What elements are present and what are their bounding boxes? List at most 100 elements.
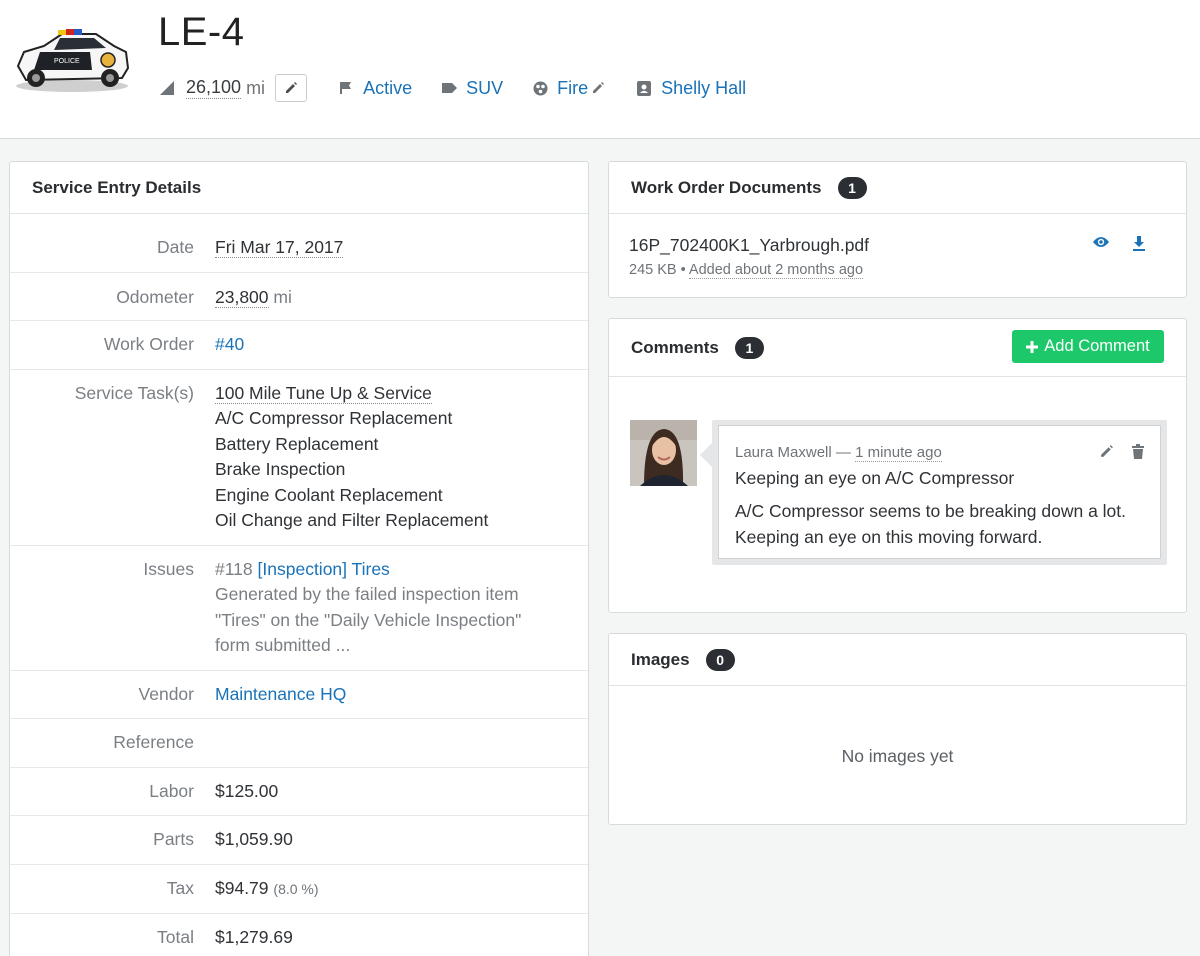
vehicle-meta: 26,100 mi Active SUV Fire Shelly Hall: [158, 72, 746, 104]
comment-bubble: Laura Maxwell — 1 minute ago Keeping an …: [700, 420, 1167, 565]
documents-count-badge: 1: [837, 176, 867, 199]
service-task-item: Battery Replacement: [215, 433, 379, 454]
service-task-item: Oil Change and Filter Replacement: [215, 510, 489, 530]
total-row: Total $1,279.69: [10, 914, 588, 956]
vendor-label: Vendor: [138, 683, 194, 704]
download-icon[interactable]: [1132, 235, 1146, 251]
document-actions: [1092, 235, 1146, 251]
document-file-size: 245 KB: [629, 262, 677, 278]
comment-arrow: [700, 443, 712, 467]
service-task-item[interactable]: 100 Mile Tune Up & Service: [215, 382, 432, 404]
odometer-icon: [158, 79, 176, 97]
comment-time: 1 minute ago: [855, 444, 942, 462]
odometer-label: Odometer: [116, 286, 194, 307]
work-order-row: Work Order #40: [10, 321, 588, 370]
issue-number: #118: [215, 558, 253, 579]
document-file-name[interactable]: 16P_702400K1_Yarbrough.pdf: [629, 235, 869, 256]
tax-value: $94.79: [215, 877, 269, 898]
service-task-item: A/C Compressor Replacement: [215, 408, 453, 428]
service-tasks-list: 100 Mile Tune Up & Service A/C Compresso…: [215, 381, 488, 534]
odometer-unit: mi: [246, 77, 266, 98]
service-tasks-label: Service Task(s): [74, 382, 194, 403]
labor-value: $125.00: [215, 780, 279, 801]
operator-meta: Shelly Hall: [635, 78, 746, 99]
status-link[interactable]: Active: [363, 78, 412, 99]
labor-label: Labor: [149, 780, 194, 801]
service-task-item: Engine Coolant Replacement: [215, 484, 443, 505]
comment-title: Keeping an eye on A/C Compressor: [735, 468, 1015, 488]
comments-panel: Comments 1 Add Comment Laura Maxwell — 1…: [608, 318, 1187, 613]
reference-label: Reference: [113, 732, 194, 752]
operator-link[interactable]: Shelly Hall: [661, 78, 746, 99]
total-value: $1,279.69: [215, 927, 293, 947]
group-meta: Fire: [531, 78, 605, 99]
group-icon: [531, 79, 549, 97]
pencil-icon: [286, 82, 298, 93]
vehicle-name: LE-4: [158, 10, 245, 54]
work-order-label: Work Order: [103, 334, 194, 354]
svg-text:POLICE: POLICE: [54, 58, 80, 65]
comment-meta: Laura Maxwell — 1 minute ago: [735, 444, 942, 462]
comment-actions: [1099, 444, 1144, 459]
type-meta: SUV: [440, 78, 503, 99]
odometer-meta: 26,100 mi: [158, 74, 308, 102]
issues-label: Issues: [143, 558, 194, 579]
comment-body: A/C Compressor seems to be breaking down…: [735, 501, 1127, 547]
parts-label: Parts: [153, 829, 194, 849]
plus-icon: [1026, 340, 1039, 353]
images-empty-state: No images yet: [841, 746, 954, 766]
comments-count-badge: 1: [734, 336, 764, 359]
eye-icon[interactable]: [1092, 235, 1110, 251]
date-row: Date Fri Mar 17, 2017: [10, 214, 588, 273]
work-order-link[interactable]: #40: [215, 334, 244, 354]
odometer-row: Odometer 23,800 mi: [10, 273, 588, 321]
work-order-documents-panel: Work Order Documents 1 16P_702400K1_Yarb…: [608, 161, 1187, 298]
reference-row: Reference: [10, 719, 588, 768]
odometer-value[interactable]: 26,100: [186, 77, 242, 99]
labor-row: Labor $125.00: [10, 768, 588, 816]
total-label: Total: [157, 927, 194, 947]
type-link[interactable]: SUV: [466, 78, 503, 99]
comment-author-name: Laura Maxwell: [735, 444, 832, 461]
parts-row: Parts $1,059.90: [10, 816, 588, 865]
documents-header: Work Order Documents 1: [609, 162, 1186, 214]
issue-link[interactable]: [Inspection] Tires: [258, 559, 390, 579]
issue-description: Generated by the failed inspection item …: [215, 584, 522, 655]
documents-title: Work Order Documents: [631, 177, 822, 197]
service-entry-title: Service Entry Details: [10, 162, 588, 214]
service-odometer-unit: mi: [273, 286, 292, 307]
date-value: Fri Mar 17, 2017: [215, 237, 344, 258]
vendor-link[interactable]: Maintenance HQ: [215, 684, 346, 704]
status-meta: Active: [337, 78, 412, 99]
comment-card: Laura Maxwell — 1 minute ago Keeping an …: [718, 425, 1161, 559]
tax-label: Tax: [166, 877, 194, 898]
images-count-badge: 0: [705, 648, 735, 671]
service-task-item: Brake Inspection: [215, 459, 346, 479]
add-comment-button[interactable]: Add Comment: [1012, 330, 1164, 363]
images-panel: Images 0 No images yet: [608, 633, 1187, 825]
trash-icon[interactable]: [1132, 444, 1144, 459]
issues-row: Issues #118 [Inspection] Tires Generated…: [10, 546, 588, 671]
pencil-icon[interactable]: [591, 81, 605, 95]
service-tasks-row: Service Task(s) 100 Mile Tune Up & Servi…: [10, 370, 588, 546]
vehicle-photo: POLICE: [16, 29, 130, 92]
images-header: Images 0: [609, 634, 1186, 686]
add-comment-label: Add Comment: [1044, 337, 1150, 355]
parts-value: $1,059.90: [215, 829, 293, 849]
tax-rate: (8.0 %): [273, 880, 319, 897]
tag-icon: [440, 79, 458, 97]
document-added-time: Added about 2 months ago: [688, 262, 864, 279]
comments-title: Comments: [631, 337, 719, 357]
tax-row: Tax $94.79 (8.0 %): [10, 865, 588, 914]
date-label: Date: [157, 237, 194, 257]
badge-icon: [635, 79, 653, 97]
service-odometer-value: 23,800: [215, 286, 269, 308]
group-link[interactable]: Fire: [557, 78, 588, 99]
edit-odometer-button[interactable]: [275, 74, 308, 102]
avatar: [630, 420, 697, 486]
vendor-row: Vendor Maintenance HQ: [10, 671, 588, 719]
pencil-icon[interactable]: [1099, 444, 1114, 459]
document-meta: 245 KB • Added about 2 months ago: [629, 262, 864, 279]
flag-icon: [337, 79, 355, 97]
service-entry-panel: Service Entry Details Date Fri Mar 17, 2…: [9, 161, 589, 956]
